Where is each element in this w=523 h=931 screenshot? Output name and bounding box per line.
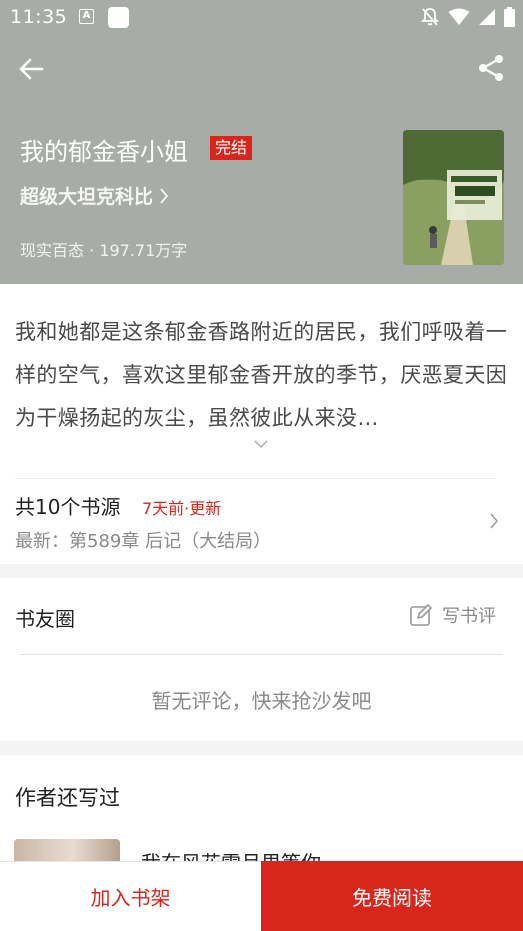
back-arrow-icon bbox=[19, 58, 44, 80]
chevron-right-icon bbox=[490, 513, 499, 529]
write-review-label: 写书评 bbox=[442, 606, 496, 627]
share-icon bbox=[479, 55, 503, 81]
write-review-button[interactable]: 写书评 bbox=[409, 602, 496, 628]
author-link[interactable]: 超级大坦克科比 bbox=[20, 182, 169, 209]
description-card: 我和她都是这条郁金香路附近的居民，我们呼吸着一样的空气，喜欢这里郁金香开放的季节… bbox=[0, 284, 523, 564]
comments-title: 书友圈 bbox=[15, 607, 75, 631]
latest-chapter: 最新：第589章 后记（大结局） bbox=[15, 531, 272, 552]
update-time: 7天前·更新 bbox=[142, 499, 222, 518]
status-icons bbox=[420, 6, 515, 28]
bottom-action-bar: 加入书架 免费阅读 bbox=[0, 861, 523, 931]
book-description[interactable]: 我和她都是这条郁金香路附近的居民，我们呼吸着一样的空气，喜欢这里郁金香开放的季节… bbox=[15, 311, 509, 440]
book-title: 我的郁金香小姐 bbox=[20, 138, 188, 166]
book-detail-page: 11:35 A 我的郁金香小姐 完结 超级大坦克科比 现实百态 · 197.71… bbox=[0, 0, 523, 931]
cover-art-icon bbox=[403, 130, 504, 265]
add-to-shelf-button[interactable]: 加入书架 bbox=[0, 861, 261, 931]
chevron-down-icon[interactable] bbox=[251, 436, 271, 452]
app-square-icon bbox=[108, 7, 129, 28]
author-works-title: 作者还写过 bbox=[15, 786, 120, 810]
share-button[interactable] bbox=[473, 50, 509, 86]
empty-comments-text: 暂无评论，快来抢沙发吧 bbox=[151, 689, 372, 713]
book-header: 11:35 A 我的郁金香小姐 完结 超级大坦克科比 现实百态 · 197.71… bbox=[0, 0, 523, 284]
author-name: 超级大坦克科比 bbox=[20, 186, 154, 208]
status-badge: 完结 bbox=[210, 136, 253, 160]
status-bar: 11:35 A bbox=[0, 0, 523, 36]
free-read-button[interactable]: 免费阅读 bbox=[261, 861, 523, 931]
book-cover[interactable] bbox=[403, 130, 504, 265]
battery-icon bbox=[504, 7, 515, 27]
chevron-right-icon bbox=[160, 187, 169, 204]
app-notification-icon: A bbox=[79, 9, 94, 24]
wifi-icon bbox=[448, 8, 470, 25]
divider bbox=[20, 654, 503, 655]
notifications-off-icon bbox=[420, 8, 440, 26]
source-count: 共10个书源 bbox=[15, 495, 121, 519]
edit-icon bbox=[410, 604, 432, 626]
book-meta: 现实百态 · 197.71万字 bbox=[20, 241, 188, 260]
signal-icon bbox=[479, 9, 495, 25]
status-time: 11:35 bbox=[10, 6, 68, 28]
comments-card: 书友圈 写书评 暂无评论，快来抢沙发吧 bbox=[0, 578, 523, 741]
back-button[interactable] bbox=[14, 52, 48, 86]
